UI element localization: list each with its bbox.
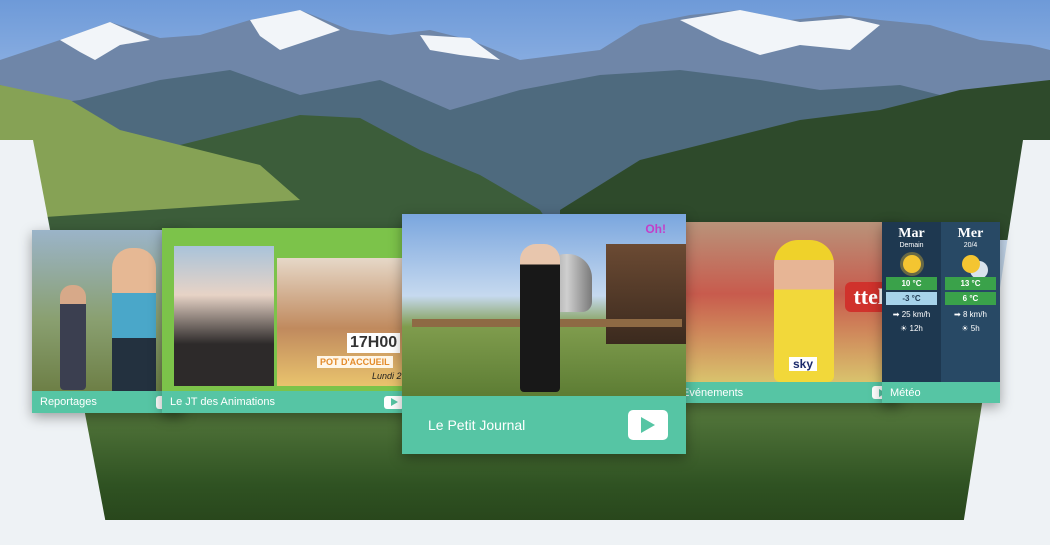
wind-value: 8 km/h bbox=[962, 310, 987, 319]
weather-day-name: Mer bbox=[957, 226, 984, 241]
weather-sunshine: ☀ 5h bbox=[961, 324, 980, 333]
card-label: Reportages bbox=[40, 396, 97, 408]
weather-max-temp: 13 °C bbox=[945, 277, 996, 290]
photographer-figure bbox=[60, 285, 86, 390]
play-icon[interactable] bbox=[384, 395, 404, 409]
weather-wind: ➡ 25 km/h bbox=[892, 310, 931, 319]
weather-day-sub: Demain bbox=[899, 242, 924, 249]
weather-day-1: Mar Demain 10 °C -3 °C ➡ 25 km/h ☀ 12h bbox=[882, 222, 941, 382]
petit-journal-bar: Le Petit Journal bbox=[402, 396, 686, 454]
card-label: Le JT des Animations bbox=[170, 396, 275, 408]
weather-wind: ➡ 8 km/h bbox=[954, 310, 987, 319]
sun-cloud-icon bbox=[961, 255, 980, 273]
poster-time: 17H00 bbox=[347, 333, 401, 353]
weather-min-temp: -3 °C bbox=[886, 292, 937, 305]
weather-day-name: Mar bbox=[898, 226, 925, 241]
sunshine-value: 12h bbox=[909, 324, 923, 333]
card-label: Météo bbox=[890, 386, 921, 399]
weather-day-2: Mer 20/4 13 °C 6 °C ➡ 8 km/h ☀ 5h bbox=[941, 222, 1000, 382]
chalet bbox=[606, 244, 686, 344]
meteo-bar: Météo bbox=[882, 382, 1000, 403]
card-jt-animations[interactable]: 17H00 POT D'ACCUEIL Lundi 2 Le JT des An… bbox=[162, 228, 412, 413]
weather-min-temp: 6 °C bbox=[945, 292, 996, 305]
presenter-figure bbox=[520, 244, 560, 392]
jt-bar: Le JT des Animations bbox=[162, 391, 412, 413]
evenements-thumbnail: ttel sky bbox=[674, 222, 900, 382]
card-meteo[interactable]: Mar Demain 10 °C -3 °C ➡ 25 km/h ☀ 12h M… bbox=[882, 222, 1000, 403]
petit-journal-thumbnail: Oh! bbox=[402, 214, 686, 396]
jt-thumbnail: 17H00 POT D'ACCUEIL Lundi 2 bbox=[162, 228, 412, 391]
jersey-sponsor: sky bbox=[789, 357, 818, 371]
card-label: Evénements bbox=[682, 386, 744, 399]
weather-widget: Mar Demain 10 °C -3 °C ➡ 25 km/h ☀ 12h M… bbox=[882, 222, 1000, 382]
poster-event: POT D'ACCUEIL bbox=[317, 356, 393, 368]
weather-day-sub: 20/4 bbox=[963, 242, 978, 249]
sunshine-value: 5h bbox=[970, 324, 980, 333]
poster-day: Lundi 2 bbox=[372, 371, 402, 381]
weather-sunshine: ☀ 12h bbox=[900, 324, 923, 333]
athlete-figure bbox=[112, 248, 156, 391]
evenements-bar: Evénements bbox=[674, 382, 900, 403]
card-label: Le Petit Journal bbox=[428, 417, 526, 433]
card-petit-journal[interactable]: Oh! Le Petit Journal bbox=[402, 214, 686, 454]
presenter-photo bbox=[174, 246, 274, 386]
sun-icon bbox=[902, 255, 921, 273]
tablet-frame-bottom bbox=[0, 520, 1050, 545]
play-icon[interactable] bbox=[628, 410, 668, 440]
card-evenements[interactable]: ttel sky Evénements bbox=[674, 222, 900, 403]
channel-logo: Oh! bbox=[645, 222, 666, 236]
weather-max-temp: 10 °C bbox=[886, 277, 937, 290]
wind-value: 25 km/h bbox=[901, 310, 931, 319]
